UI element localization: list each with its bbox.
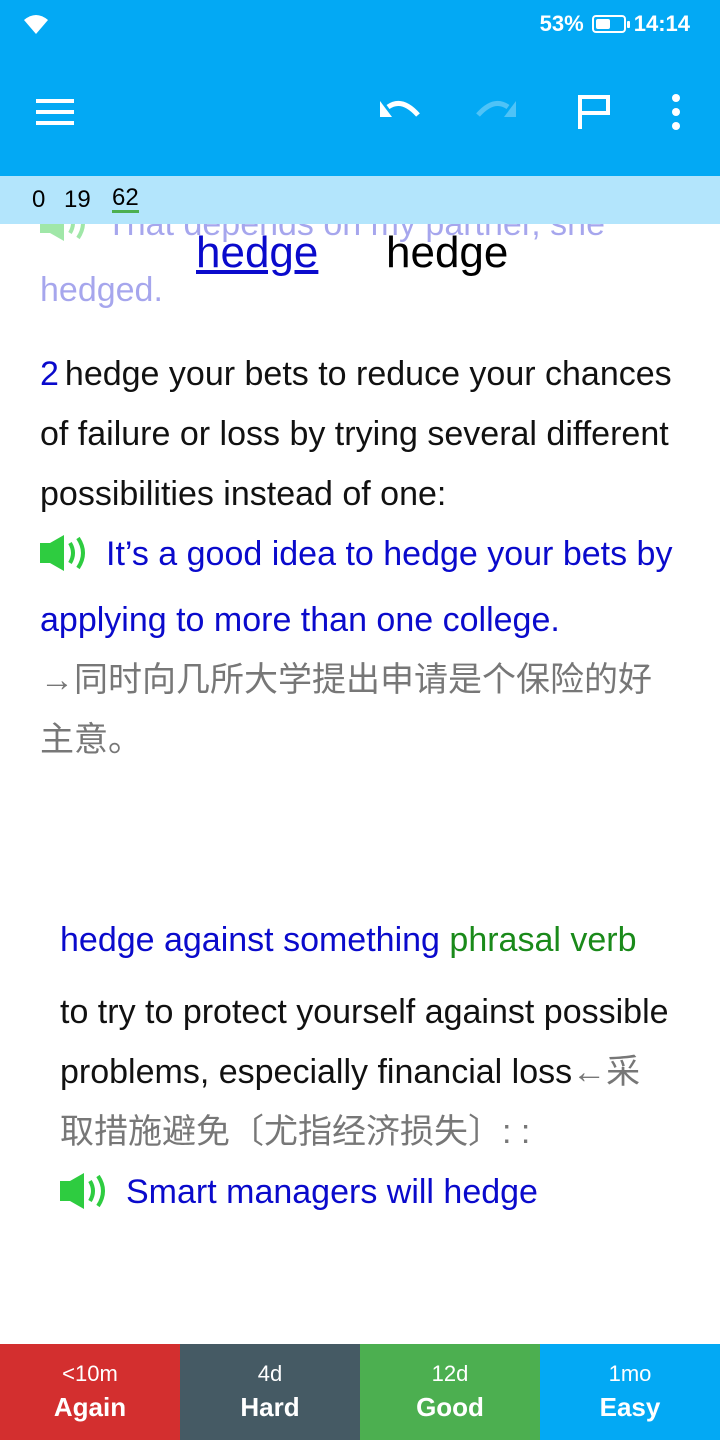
wifi-icon (22, 12, 50, 41)
good-label: Good (416, 1392, 484, 1422)
example-sentence: It’s a good idea to hedge your bets by a… (40, 524, 680, 650)
phrasal-definition: to try to protect yourself against possi… (60, 982, 670, 1162)
hard-interval: 4d (257, 1361, 283, 1386)
review-count: 62 (112, 184, 139, 213)
headword-answer: hedge (386, 228, 509, 277)
app-toolbar (0, 48, 720, 176)
redo-icon[interactable] (468, 84, 524, 140)
easy-button[interactable]: 1mo Easy (540, 1344, 720, 1440)
example-sentence: Smart managers will hedge (60, 1162, 670, 1228)
speaker-icon[interactable] (40, 530, 96, 590)
new-count: 0 (32, 186, 46, 213)
answer-buttons: <10m Again 4d Hard 12d Good 1mo Easy (0, 1344, 720, 1440)
hard-label: Hard (240, 1392, 300, 1422)
undo-icon[interactable] (372, 84, 428, 140)
speaker-icon[interactable] (60, 1168, 116, 1228)
example-text: It’s a good idea to hedge your bets by a… (40, 535, 673, 639)
phrasal-verb-entry: hedge against something phrasal verb to … (60, 910, 670, 1228)
part-of-speech: phrasal verb (449, 921, 637, 959)
sense-2: 2 hedge your bets to reduce your chances … (40, 344, 680, 770)
easy-label: Easy (599, 1392, 661, 1422)
again-interval: <10m (62, 1361, 118, 1386)
example-text: Smart managers will hedge (126, 1173, 538, 1211)
easy-interval: 1mo (608, 1361, 652, 1386)
hard-button[interactable]: 4d Hard (180, 1344, 360, 1440)
definition-text: hedge your bets to reduce your chances o… (40, 355, 672, 513)
sense-definition: 2 hedge your bets to reduce your chances … (40, 344, 680, 524)
learning-count: 19 (64, 186, 91, 213)
battery-icon (591, 15, 630, 33)
phrasal-headword: hedge against something (60, 921, 440, 959)
card-content[interactable]: That depends on my partner, she hedged. … (0, 224, 720, 1344)
status-bar: 53% 14:14 (0, 0, 720, 48)
word-header: hedge hedge (0, 224, 720, 284)
battery-percent: 53% (539, 11, 584, 36)
status-right: 53% 14:14 (540, 11, 690, 37)
headword-link[interactable]: hedge (196, 228, 318, 278)
card-counts: 0 19 62 (0, 176, 720, 224)
flag-icon[interactable] (566, 84, 622, 140)
good-interval: 12d (431, 1361, 469, 1386)
more-vert-icon[interactable] (648, 84, 704, 140)
again-label: Again (53, 1392, 127, 1422)
hamburger-menu-icon[interactable] (28, 84, 84, 140)
sense-number: 2 (40, 355, 59, 393)
again-button[interactable]: <10m Again (0, 1344, 180, 1440)
example-translation: →同时向几所大学提出申请是个保险的好主意。 (40, 661, 652, 759)
clock: 14:14 (633, 11, 690, 36)
good-button[interactable]: 12d Good (360, 1344, 540, 1440)
